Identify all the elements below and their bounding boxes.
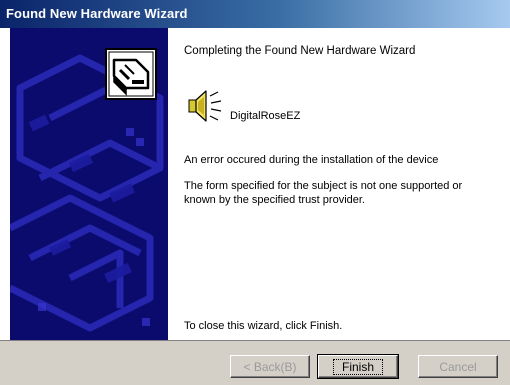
error-message: An error occured during the installation… <box>184 154 439 166</box>
hardware-card-icon <box>105 48 157 100</box>
finish-button[interactable]: Finish <box>317 354 399 379</box>
title-bar[interactable]: Found New Hardware Wizard <box>0 0 510 28</box>
wizard-client-area: Completing the Found New Hardware Wizard… <box>0 28 510 340</box>
finish-button-label: Finish <box>332 358 383 375</box>
wizard-side-panel <box>10 28 168 340</box>
button-bar: < Back(B) Finish Cancel <box>0 340 510 385</box>
window-title: Found New Hardware Wizard <box>6 6 188 21</box>
back-button[interactable]: < Back(B) <box>230 355 310 378</box>
finish-hint: To close this wizard, click Finish. <box>184 320 343 332</box>
page-title: Completing the Found New Hardware Wizard <box>184 45 416 57</box>
error-detail: The form specified for the subject is no… <box>184 180 463 206</box>
speaker-icon <box>186 86 224 126</box>
device-name: DigitalRoseEZ <box>230 110 301 122</box>
wizard-window: Found New Hardware Wizard Completing the… <box>0 0 510 385</box>
cancel-button[interactable]: Cancel <box>418 355 498 378</box>
wizard-content: Completing the Found New Hardware Wizard… <box>172 28 502 340</box>
